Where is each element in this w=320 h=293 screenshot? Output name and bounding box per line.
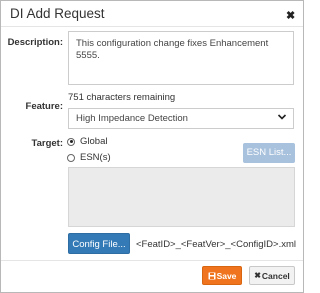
radio-esn-label: ESN(s) [80, 152, 111, 163]
dialog-title: DI Add Request [10, 6, 105, 21]
close-icon[interactable]: ✖ [286, 9, 295, 22]
target-label: Target: [31, 138, 64, 149]
radio-esn[interactable] [67, 153, 75, 162]
cancel-button[interactable]: ✖ Cancel [249, 266, 295, 285]
target-global-option[interactable]: Global [67, 136, 107, 147]
footer-divider [1, 260, 303, 261]
description-label: Description: [7, 37, 63, 48]
save-icon [208, 272, 216, 279]
save-label: Save [216, 270, 237, 281]
x-icon: ✖ [254, 271, 261, 280]
target-esn-option[interactable]: ESN(s) [67, 152, 111, 163]
cancel-label: Cancel [261, 270, 290, 281]
chevron-down-icon [277, 114, 287, 120]
config-filename-pattern: <FeatID>_<FeatVer>_<ConfigID>.xml [136, 239, 297, 250]
description-textarea[interactable]: This configuration change fixes Enhancem… [68, 31, 294, 85]
dialog: DI Add Request ✖ Description: This confi… [0, 0, 304, 293]
config-file-button[interactable]: Config File... [68, 233, 130, 254]
characters-remaining: 751 characters remaining [68, 92, 176, 103]
feature-selected-value: High Impedance Detection [76, 113, 188, 124]
feature-label: Feature: [25, 101, 63, 112]
esn-list-button[interactable]: ESN List... [243, 143, 295, 163]
radio-global[interactable] [67, 137, 75, 146]
radio-global-label: Global [80, 136, 108, 147]
esn-list-box[interactable] [68, 167, 295, 227]
save-button[interactable]: Save [202, 266, 242, 285]
feature-select[interactable]: High Impedance Detection [68, 108, 294, 129]
header-divider [1, 26, 303, 27]
